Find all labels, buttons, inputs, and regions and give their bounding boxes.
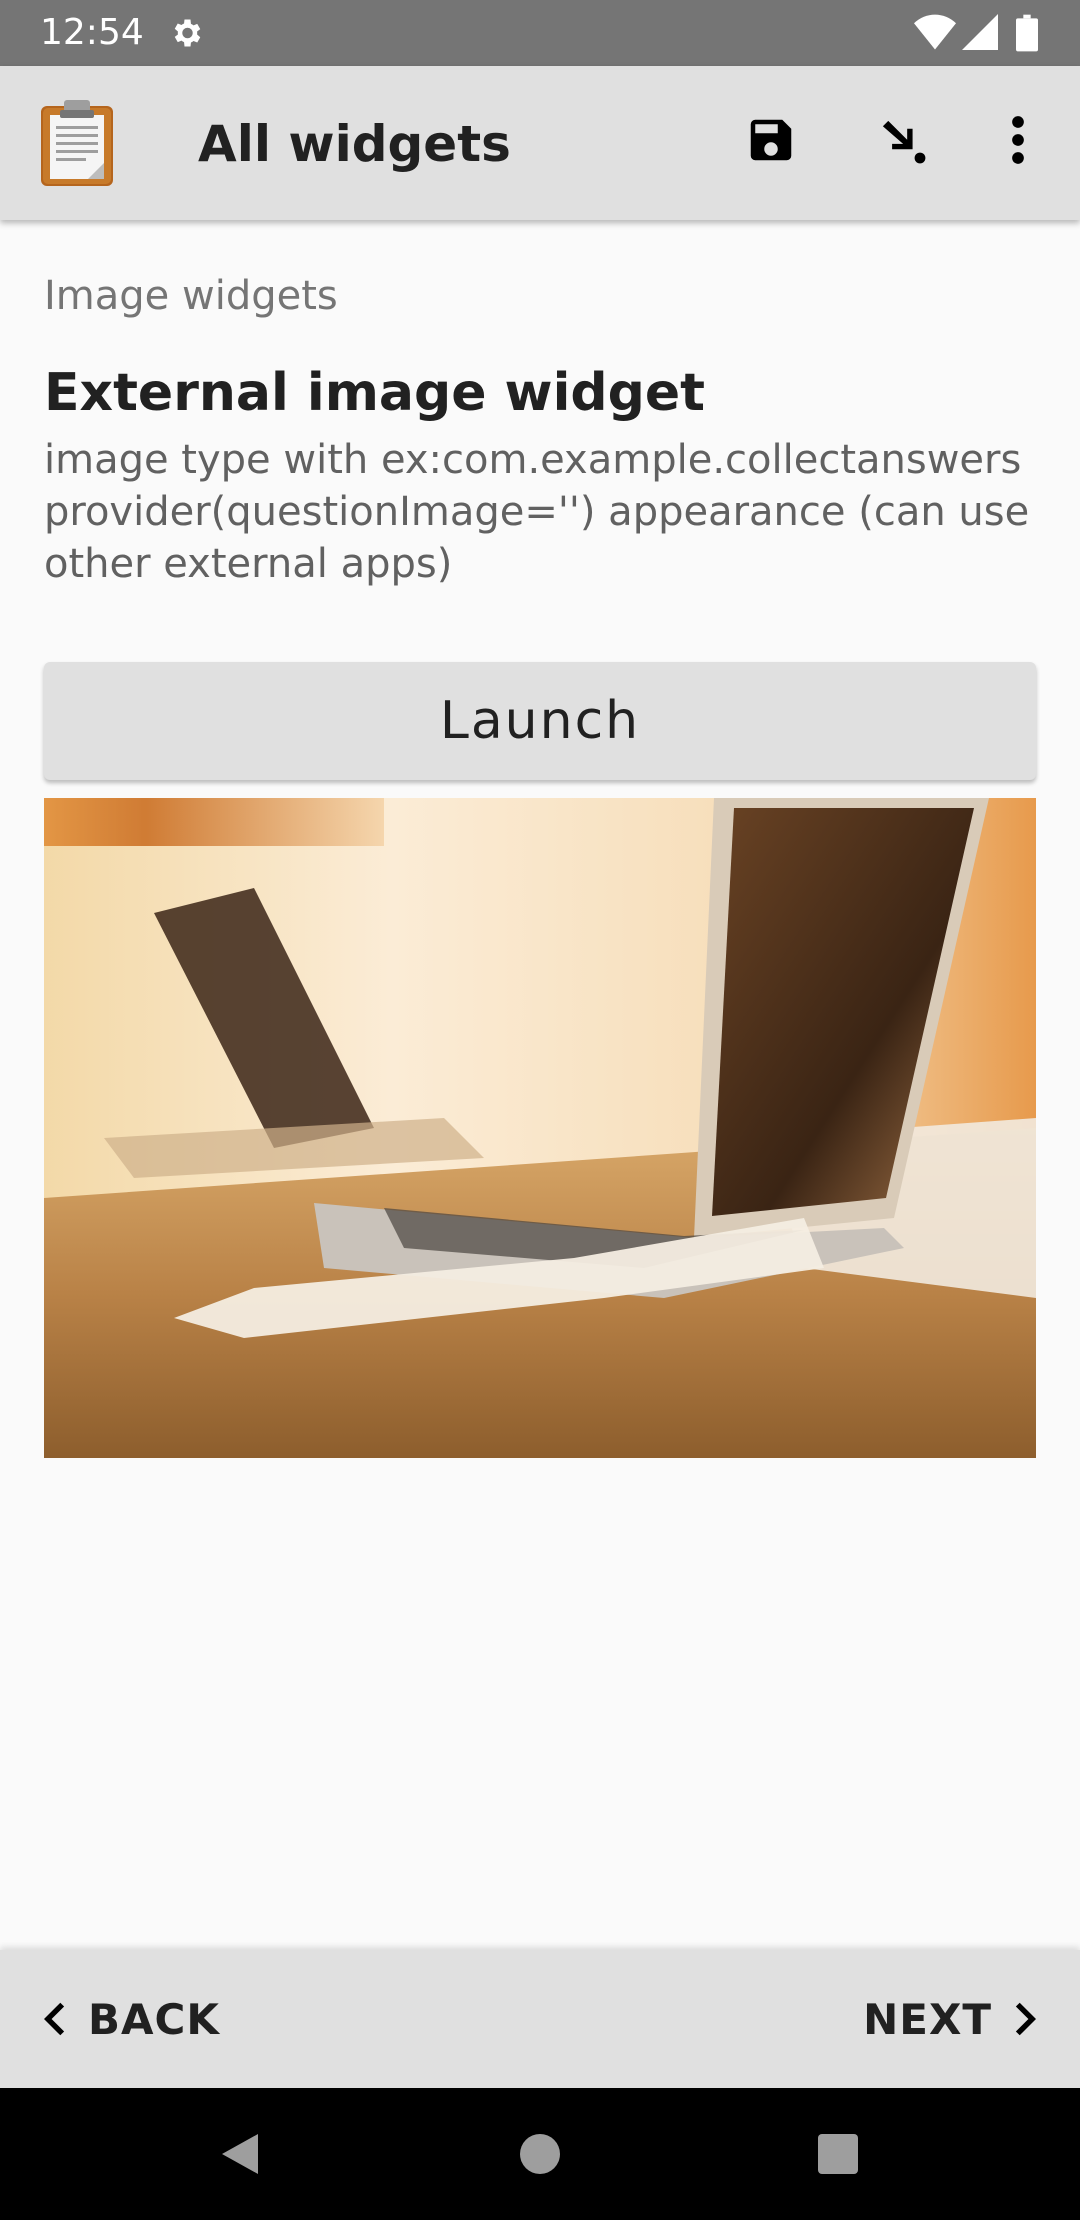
- question-label: External image widget: [44, 363, 705, 423]
- bottom-navigation: BACK NEXT: [0, 1950, 1080, 2088]
- more-vert-icon: [1008, 113, 1028, 172]
- back-button[interactable]: BACK: [44, 1950, 220, 2088]
- wifi-icon: [914, 14, 956, 55]
- system-recents-button[interactable]: [808, 2124, 868, 2184]
- go-to-arrow-icon: [875, 113, 929, 172]
- status-bar: 12:54: [0, 0, 1080, 66]
- chevron-left-icon: [44, 2002, 65, 2036]
- battery-icon: [1016, 14, 1038, 57]
- back-label: BACK: [88, 1994, 220, 2044]
- next-button[interactable]: NEXT: [863, 1950, 1036, 2088]
- system-navigation-bar: [0, 2088, 1080, 2220]
- system-home-button[interactable]: [510, 2124, 570, 2184]
- go-to-prompt-button[interactable]: [866, 106, 938, 178]
- answer-image[interactable]: [44, 798, 1036, 1458]
- save-button[interactable]: [735, 106, 807, 178]
- next-label: NEXT: [863, 1994, 992, 2044]
- system-back-button[interactable]: [210, 2124, 270, 2184]
- app-bar: All widgets: [0, 66, 1080, 220]
- form-content[interactable]: Image widgets External image widget imag…: [0, 220, 1080, 1950]
- question-hint: image type with ex:com.example.collectan…: [44, 437, 1030, 587]
- back-triangle-icon: [222, 2134, 258, 2174]
- save-icon: [744, 113, 798, 172]
- group-label: Image widgets: [44, 273, 338, 319]
- home-circle-icon: [520, 2134, 560, 2174]
- gear-icon: [168, 15, 204, 56]
- launch-button[interactable]: Launch: [44, 662, 1036, 780]
- recents-square-icon: [818, 2134, 858, 2174]
- chevron-right-icon: [1015, 2002, 1036, 2036]
- more-options-button[interactable]: [982, 106, 1054, 178]
- status-time: 12:54: [40, 12, 144, 53]
- app-title: All widgets: [198, 115, 511, 173]
- signal-icon: [962, 14, 998, 55]
- clipboard-icon: [38, 98, 118, 193]
